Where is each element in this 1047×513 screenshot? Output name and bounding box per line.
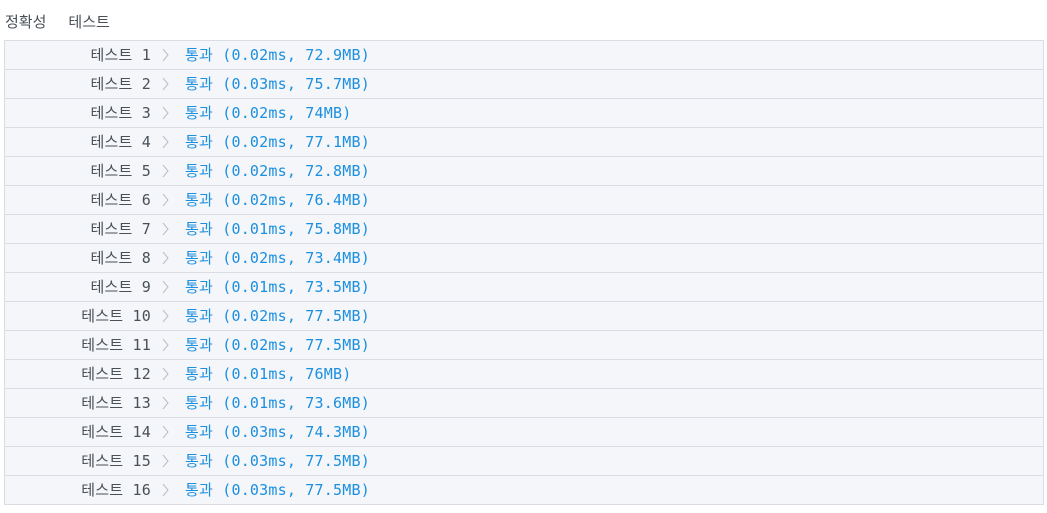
chevron-right-icon — [151, 309, 179, 323]
test-result-text: 통과 (0.02ms, 77.5MB) — [185, 336, 370, 354]
test-result-row[interactable]: 테스트 14 통과 (0.03ms, 74.3MB) — [5, 418, 1043, 447]
test-result-row[interactable]: 테스트 13 통과 (0.01ms, 73.6MB) — [5, 389, 1043, 418]
test-label: 테스트 16 — [81, 481, 151, 499]
test-label: 테스트 9 — [90, 278, 151, 296]
test-label: 테스트 8 — [90, 249, 151, 267]
chevron-right-icon — [151, 222, 179, 236]
chevron-right-icon — [151, 77, 179, 91]
test-label: 테스트 15 — [81, 452, 151, 470]
test-result-row[interactable]: 테스트 9 통과 (0.01ms, 73.5MB) — [5, 273, 1043, 302]
test-result-row[interactable]: 테스트 11 통과 (0.02ms, 77.5MB) — [5, 331, 1043, 360]
chevron-right-icon — [151, 454, 179, 468]
test-results-table: 테스트 1 통과 (0.02ms, 72.9MB) 테스트 2 통과 (0.03ms,… — [4, 40, 1044, 505]
chevron-right-icon — [151, 483, 179, 497]
chevron-right-icon — [151, 106, 179, 120]
chevron-right-icon — [151, 251, 179, 265]
test-result-row[interactable]: 테스트 16 통과 (0.03ms, 77.5MB) — [5, 476, 1043, 505]
test-label: 테스트 11 — [81, 336, 151, 354]
chevron-right-icon — [151, 396, 179, 410]
test-label: 테스트 1 — [90, 46, 151, 64]
chevron-right-icon — [151, 164, 179, 178]
section-header: 정확성 테스트 — [5, 10, 110, 32]
test-result-text: 통과 (0.02ms, 77.5MB) — [185, 307, 370, 325]
test-result-text: 통과 (0.02ms, 72.9MB) — [185, 46, 370, 64]
test-result-text: 통과 (0.02ms, 74MB) — [185, 104, 352, 122]
chevron-right-icon — [151, 367, 179, 381]
test-result-row[interactable]: 테스트 2 통과 (0.03ms, 75.7MB) — [5, 70, 1043, 99]
test-result-row[interactable]: 테스트 7 통과 (0.01ms, 75.8MB) — [5, 215, 1043, 244]
test-result-text: 통과 (0.03ms, 74.3MB) — [185, 423, 370, 441]
test-label: 테스트 7 — [90, 220, 151, 238]
test-result-text: 통과 (0.01ms, 76MB) — [185, 365, 352, 383]
section-title-accuracy: 정확성 — [5, 12, 47, 31]
test-result-row[interactable]: 테스트 10 통과 (0.02ms, 77.5MB) — [5, 302, 1043, 331]
chevron-right-icon — [151, 135, 179, 149]
test-result-text: 통과 (0.01ms, 73.5MB) — [185, 278, 370, 296]
test-result-row[interactable]: 테스트 8 통과 (0.02ms, 73.4MB) — [5, 244, 1043, 273]
test-result-row[interactable]: 테스트 12 통과 (0.01ms, 76MB) — [5, 360, 1043, 389]
test-result-row[interactable]: 테스트 15 통과 (0.03ms, 77.5MB) — [5, 447, 1043, 476]
test-label: 테스트 10 — [81, 307, 151, 325]
test-result-text: 통과 (0.02ms, 77.1MB) — [185, 133, 370, 151]
test-result-text: 통과 (0.02ms, 72.8MB) — [185, 162, 370, 180]
chevron-right-icon — [151, 338, 179, 352]
test-result-text: 통과 (0.03ms, 77.5MB) — [185, 481, 370, 499]
test-result-text: 통과 (0.03ms, 75.7MB) — [185, 75, 370, 93]
test-result-row[interactable]: 테스트 4 통과 (0.02ms, 77.1MB) — [5, 128, 1043, 157]
test-label: 테스트 6 — [90, 191, 151, 209]
test-result-row[interactable]: 테스트 5 통과 (0.02ms, 72.8MB) — [5, 157, 1043, 186]
test-result-row[interactable]: 테스트 3 통과 (0.02ms, 74MB) — [5, 99, 1043, 128]
test-label: 테스트 5 — [90, 162, 151, 180]
test-label: 테스트 4 — [90, 133, 151, 151]
test-result-row[interactable]: 테스트 1 통과 (0.02ms, 72.9MB) — [5, 41, 1043, 70]
chevron-right-icon — [151, 48, 179, 62]
test-label: 테스트 12 — [81, 365, 151, 383]
test-label: 테스트 14 — [81, 423, 151, 441]
test-label: 테스트 2 — [90, 75, 151, 93]
test-result-text: 통과 (0.01ms, 73.6MB) — [185, 394, 370, 412]
test-result-text: 통과 (0.02ms, 76.4MB) — [185, 191, 370, 209]
chevron-right-icon — [151, 193, 179, 207]
chevron-right-icon — [151, 425, 179, 439]
test-result-row[interactable]: 테스트 6 통과 (0.02ms, 76.4MB) — [5, 186, 1043, 215]
chevron-right-icon — [151, 280, 179, 294]
test-result-text: 통과 (0.03ms, 77.5MB) — [185, 452, 370, 470]
test-result-text: 통과 (0.02ms, 73.4MB) — [185, 249, 370, 267]
section-title-test: 테스트 — [68, 12, 110, 31]
test-result-text: 통과 (0.01ms, 75.8MB) — [185, 220, 370, 238]
test-label: 테스트 3 — [90, 104, 151, 122]
test-label: 테스트 13 — [81, 394, 151, 412]
